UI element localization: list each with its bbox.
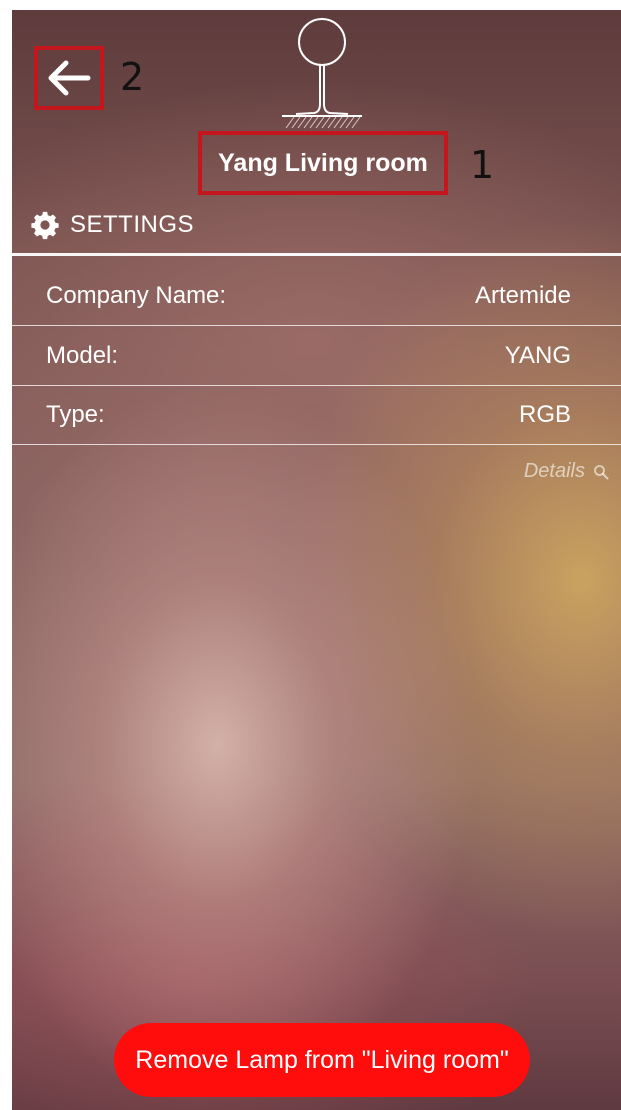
info-row-company-name: Company Name: Artemide bbox=[12, 266, 621, 326]
type-value: RGB bbox=[518, 401, 571, 428]
callout-number-title: 1 bbox=[470, 143, 495, 187]
back-button[interactable] bbox=[34, 46, 104, 110]
type-label: Type: bbox=[46, 401, 105, 428]
details-link[interactable]: Details bbox=[524, 460, 609, 483]
company-name-value: Artemide bbox=[474, 282, 571, 309]
remove-lamp-label: Remove Lamp from "Living room" bbox=[135, 1045, 509, 1074]
model-label: Model: bbox=[46, 342, 119, 369]
info-row-model: Model: YANG bbox=[12, 326, 621, 386]
gear-icon bbox=[31, 211, 59, 240]
callout-number-back: 2 bbox=[120, 55, 145, 99]
search-icon bbox=[594, 464, 609, 479]
settings-header: SETTINGS bbox=[30, 210, 194, 240]
remove-lamp-button[interactable]: Remove Lamp from "Living room" bbox=[114, 1023, 530, 1097]
lamp-title-highlight: Yang Living room bbox=[198, 131, 448, 195]
lamp-settings-screen: 2 Yang Living room 1 SETTINGS Company Na… bbox=[12, 10, 621, 1110]
pendant-lamp-icon bbox=[282, 18, 362, 129]
page-title: Yang Living room bbox=[218, 148, 428, 177]
settings-divider bbox=[12, 253, 621, 256]
settings-label: SETTINGS bbox=[70, 211, 195, 238]
model-value: YANG bbox=[504, 342, 571, 369]
info-row-type: Type: RGB bbox=[12, 385, 621, 445]
arrow-left-icon bbox=[48, 60, 91, 96]
company-name-label: Company Name: bbox=[46, 282, 227, 309]
details-label: Details bbox=[523, 460, 585, 482]
